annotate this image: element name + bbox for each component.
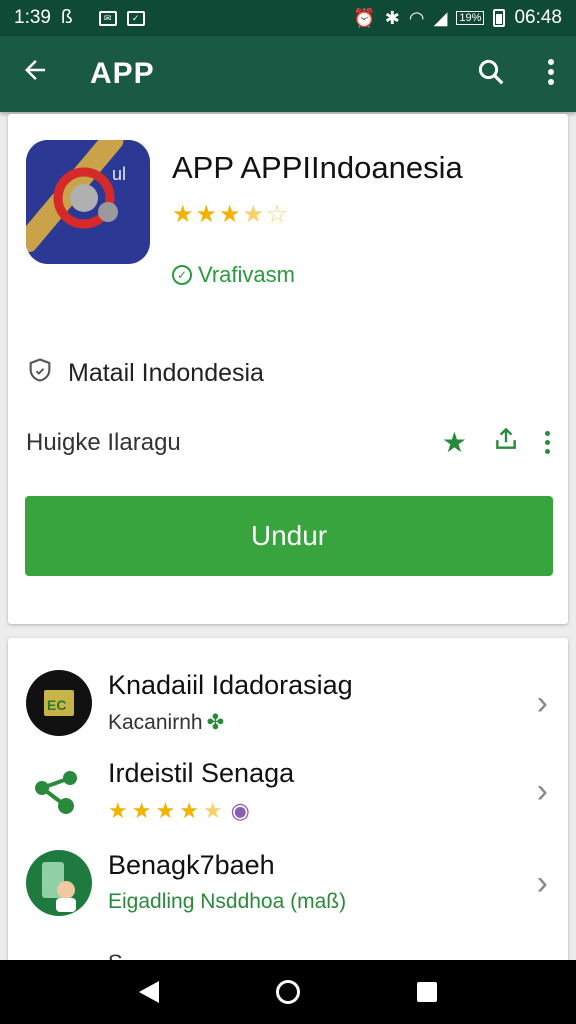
navigation-bar [0,960,576,1024]
app-bar-title: APP [90,57,155,90]
battery-icon [493,9,506,27]
star-icon: ★ [131,798,152,823]
signal-icon: ◢ [433,8,448,28]
app-icon: ul [26,140,150,264]
chevron-right-icon: › [536,772,548,810]
chevron-right-icon: › [536,684,548,722]
leaf-icon: ✤ [206,711,225,734]
app-bar: APP [0,36,576,112]
star-empty-icon: ☆ [266,201,288,228]
chevron-right-icon: › [536,864,548,902]
star-icon: ★ [219,201,241,228]
related-item-subtitle: Kacanirnh ✤ [108,710,225,735]
star-icon: ★ [195,201,218,228]
verified-badge: ✓ Vrafivasm [172,262,295,288]
nav-home-icon[interactable] [275,980,300,1004]
status-time-left: 1:39 [14,7,51,28]
related-item-subtitle: Eigadling Nsddhoa (maß) [108,890,347,913]
developer-name: Matail Indondesia [68,359,264,387]
related-item-title: Benagk7baeh [108,850,275,880]
star-half-icon: ★ [242,201,265,228]
related-item-title: Irdeistil Senaga [108,758,295,788]
meta-text: Huigke Ilaragu [26,428,181,456]
rating-stars: ★ ★ ★ ★ ☆ [172,200,288,229]
app-title: APP APPIIndoanesia [172,150,463,185]
search-icon[interactable] [476,57,506,92]
share-icon[interactable] [493,426,519,459]
alarm-icon: ⏰ [353,8,376,28]
share-nodes-icon [26,758,92,824]
star-icon: ★ [172,201,194,228]
wifi-icon: ◠ [408,8,425,28]
list-item[interactable]: EC Knadaiil Idadorasiag Kacanirnh ✤ › [8,658,568,748]
status-glyph: ß [60,7,73,28]
related-item-stars: ★ ★ ★ ★ ★ ◉ [108,798,250,824]
nav-back-icon[interactable] [138,981,159,1003]
app-detail-card: ul APP APPIIndoanesia ★ ★ ★ ★ ☆ ✓ Vrafiv… [8,114,568,624]
related-apps-card: EC Knadaiil Idadorasiag Kacanirnh ✤ › Ir… [8,638,568,975]
bluetooth-icon: ✱ [384,8,400,28]
star-half-icon: ★ [202,798,223,823]
notification-box-icon: ✉ [98,10,117,26]
star-icon: ★ [179,798,199,823]
app-icon-green-yellow: EC [26,670,92,736]
avatar-phone-icon [26,850,92,916]
list-item[interactable]: Benagk7baeh Eigadling Nsddhoa (maß) › [8,838,568,928]
verified-label: Vrafivasm [198,262,295,287]
status-time-right: 06:48 [514,7,562,28]
badge-icon: ◉ [230,798,250,823]
star-icon: ★ [108,798,128,823]
svg-text:EC: EC [47,697,66,713]
notification-box-icon: ✓ [126,10,145,26]
nav-recents-icon[interactable] [417,982,438,1002]
svg-text:ul: ul [112,164,126,184]
status-bar: 1:39 ß ✉ ✓ ⏰ ✱ ◠ ◢ 19% 06:48 [0,0,576,36]
developer-row[interactable]: Matail Indondesia [26,356,264,391]
star-icon: ★ [155,798,176,823]
more-options-icon[interactable] [545,431,550,454]
wishlist-star-icon[interactable]: ★ [442,426,467,459]
install-button[interactable]: Undur [25,496,553,576]
meta-row: Huigke Ilaragu ★ [26,426,550,459]
check-circle-icon: ✓ [172,265,192,285]
battery-percent: 19% [456,11,485,25]
back-arrow-icon[interactable] [20,55,60,93]
list-item[interactable]: Irdeistil Senaga ★ ★ ★ ★ ★ ◉ › [8,746,568,836]
shield-icon [26,356,54,391]
more-vert-icon[interactable] [546,58,556,91]
related-item-title: Knadaiil Idadorasiag [108,670,353,700]
